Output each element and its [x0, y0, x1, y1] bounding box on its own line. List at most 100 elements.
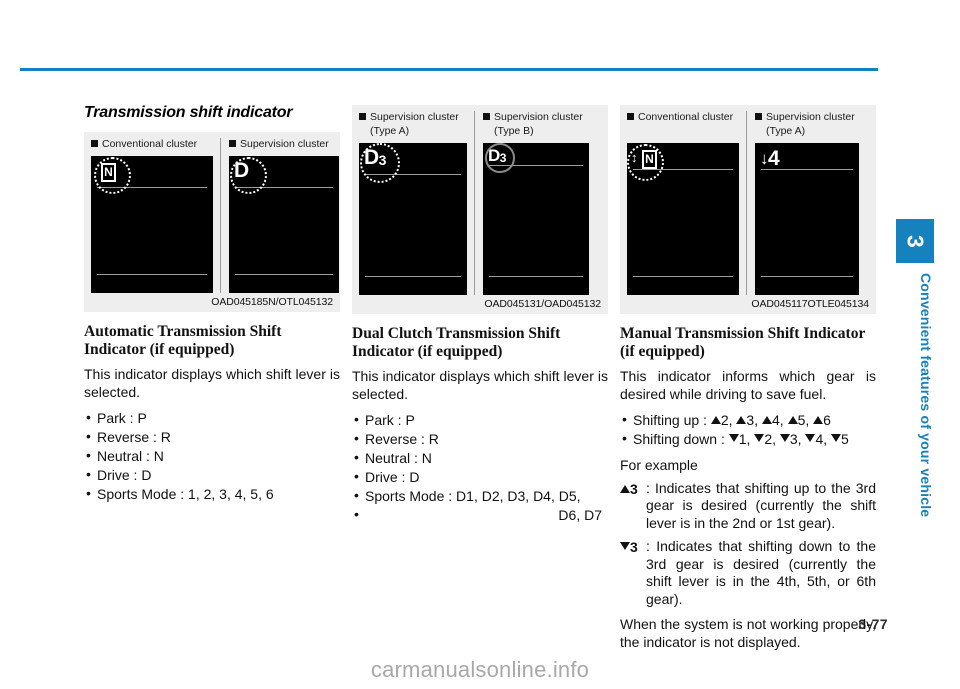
figure-code: OAD045117OTLE045134	[751, 298, 869, 310]
triangle-down-icon	[728, 434, 739, 442]
panel-caption: Supervision cluster	[359, 111, 467, 124]
list-item: Reverse : R	[84, 427, 340, 447]
manual-page: 3-77 3 Convenient features of your vehic…	[0, 0, 960, 689]
panel-caption: Supervision cluster	[483, 111, 589, 124]
list-item: Park : P	[352, 410, 608, 430]
gear-indicator-glyph: D3	[364, 146, 386, 169]
shift-up-values: 2, 3, 4, 5, 6	[710, 412, 831, 428]
paragraph-manual-closing: When the system is not working properly,…	[620, 616, 876, 650]
paragraph-for-example: For example	[620, 457, 698, 473]
gear-number: 4,	[815, 431, 832, 447]
neutral-indicator-icon: N	[642, 150, 657, 169]
panel-caption-label: Supervision cluster	[766, 111, 855, 123]
gear-indicator-glyph: ↓4	[760, 147, 780, 170]
cluster-display: D3	[359, 143, 467, 295]
gear-number: 2,	[764, 431, 780, 447]
example-block: 3 : Indicates that shifting up to the 3r…	[620, 480, 876, 609]
panel-caption-type: (Type A)	[370, 125, 410, 137]
list-item: Drive : D	[352, 467, 608, 487]
example-shift-down: 3 : Indicates that shifting down to the …	[620, 538, 876, 608]
bullet-square-icon	[627, 113, 634, 120]
figure-manual-cluster: Conventional cluster ↕ N Supervision clu…	[620, 105, 876, 314]
figure-dual-clutch-cluster: Supervision cluster (Type A) D3 Supervis…	[352, 105, 608, 314]
figure-panel-supervision: Supervision cluster D	[220, 138, 339, 293]
list-item: Sports Mode : 1, 2, 3, 4, 5, 6	[84, 484, 340, 504]
list-item-shift-down: Shifting down : 1, 2, 3, 4, 5	[620, 429, 876, 449]
panel-caption: Conventional cluster	[91, 138, 213, 151]
gear-number: 3,	[746, 412, 762, 428]
panel-caption-label: Supervision cluster	[494, 111, 583, 123]
cluster-display: ↕ N	[627, 143, 739, 295]
paragraph-dual-clutch-intro: This indicator displays which shift leve…	[352, 368, 608, 402]
figure-automatic-cluster: Conventional cluster N Supervision clust…	[84, 132, 340, 312]
column-dual-clutch: Supervision cluster (Type A) D3 Supervis…	[352, 104, 608, 533]
cluster-display: D	[229, 156, 339, 293]
panel-caption-label: Conventional cluster	[102, 138, 198, 150]
triangle-up-icon	[710, 416, 721, 424]
list-item: Sports Mode : D1, D2, D3, D4, D5,	[352, 486, 608, 506]
paragraph-automatic-intro: This indicator displays which shift leve…	[84, 366, 340, 400]
panel-caption-type: (Type A)	[766, 125, 806, 137]
triangle-down-icon	[831, 434, 842, 442]
list-item: Neutral : N	[352, 448, 608, 468]
bullet-square-icon	[755, 113, 762, 120]
list-item: Drive : D	[84, 465, 340, 485]
triangle-down-icon	[754, 434, 765, 442]
figure-code: OAD045131/OAD045132	[484, 298, 601, 310]
heading-automatic: Automatic Transmission Shift Indicator (…	[84, 323, 282, 358]
bullet-square-icon	[359, 113, 366, 120]
triangle-up-icon	[813, 416, 824, 424]
panel-caption-label: Conventional cluster	[638, 111, 734, 123]
shift-down-values: 1, 2, 3, 4, 5	[728, 431, 849, 447]
list-dual-clutch-modes: Park : P Reverse : R Neutral : N Drive :…	[352, 410, 608, 525]
list-item: Neutral : N	[84, 446, 340, 466]
column-automatic: Transmission shift indicator Conventiona…	[84, 104, 340, 512]
chapter-number: 3	[896, 219, 934, 263]
column-manual: Conventional cluster ↕ N Supervision clu…	[620, 104, 876, 659]
triangle-up-icon	[787, 416, 798, 424]
triangle-up-icon	[736, 416, 747, 424]
figure-panel-supervision-a: Supervision cluster (Type A) ↓4	[746, 111, 859, 295]
panel-caption: Supervision cluster	[755, 111, 859, 124]
panel-caption-label: Supervision cluster	[240, 138, 329, 150]
triangle-up-icon	[761, 416, 772, 424]
shift-down-label: Shifting down :	[633, 431, 729, 447]
cluster-display: N	[91, 156, 213, 293]
shift-up-label: Shifting up :	[633, 412, 711, 428]
figure-code: OAD045185N/OTL045132	[211, 296, 333, 308]
neutral-indicator-icon: N	[101, 163, 116, 182]
heading-manual: Manual Transmission Shift Indicator (if …	[620, 325, 866, 360]
example-down-mark: 3	[620, 538, 646, 608]
panel-caption-label: Supervision cluster	[370, 111, 459, 123]
chapter-title: Convenient features of your vehicle	[918, 273, 934, 518]
paragraph-manual-intro: This indicator informs which gear is des…	[620, 368, 876, 402]
gear-number: 5,	[797, 412, 814, 428]
panel-caption: Conventional cluster	[627, 111, 739, 124]
bullet-square-icon	[229, 140, 236, 147]
panel-caption-type: (Type B)	[494, 125, 534, 137]
cluster-display: D3	[483, 143, 589, 295]
figure-panel-supervision-b: Supervision cluster (Type B) D3	[474, 111, 589, 295]
header-rule	[20, 68, 878, 71]
gear-number: 3,	[789, 431, 806, 447]
figure-panel-conventional: Conventional cluster ↕ N	[627, 111, 739, 295]
chapter-side-tab: 3 Convenient features of your vehicle	[896, 219, 934, 517]
list-item: Park : P	[84, 408, 340, 428]
example-shift-up: 3 : Indicates that shifting up to the 3r…	[620, 480, 876, 533]
triangle-down-icon	[805, 434, 816, 442]
panel-caption: Supervision cluster	[229, 138, 339, 151]
site-watermark: carmanualsonline.info	[370, 657, 590, 682]
bullet-square-icon	[483, 113, 490, 120]
triangle-down-icon	[620, 542, 630, 550]
gear-indicator-glyph: D3	[488, 146, 506, 165]
gear-number: 6	[823, 412, 831, 428]
gear-number: 1,	[738, 431, 755, 447]
gear-number: 5	[841, 431, 849, 447]
list-automatic-modes: Park : P Reverse : R Neutral : N Drive :…	[84, 408, 340, 504]
example-up-text: : Indicates that shifting up to the 3rd …	[646, 479, 876, 531]
up-down-arrow-icon: ↕	[631, 150, 638, 165]
triangle-up-icon	[620, 484, 630, 493]
figure-panel-conventional: Conventional cluster N	[91, 138, 213, 293]
cluster-display: ↓4	[755, 143, 859, 295]
list-item-continuation: D6, D7	[352, 505, 608, 525]
